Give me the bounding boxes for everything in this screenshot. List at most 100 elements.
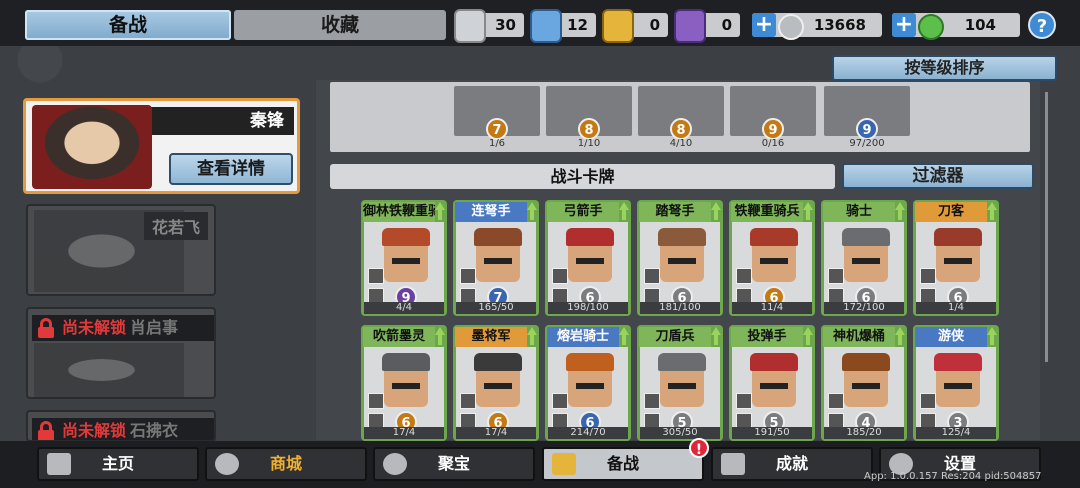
nav-treasure[interactable]: 聚宝 <box>373 447 535 481</box>
unit-art: 6 <box>456 347 536 433</box>
shelf-item[interactable]: 7 1/6 <box>454 86 540 149</box>
card-name: 弓箭手 <box>547 202 619 222</box>
battle-card[interactable]: 刀客 6 1/4 <box>913 200 999 316</box>
view-details-button[interactable]: 查看详情 <box>169 153 293 185</box>
unit-helmet <box>658 228 706 246</box>
card-name: 骑士 <box>823 202 895 222</box>
battle-card[interactable]: 铁鞭重骑兵 6 11/4 <box>729 200 815 316</box>
unit-helmet <box>382 353 430 371</box>
add-coins-button[interactable]: + <box>752 13 776 37</box>
tab-prepare[interactable]: 备战 <box>25 10 231 40</box>
card-count: 17/4 <box>456 427 536 439</box>
battle-card[interactable]: 神机爆桶 4 185/20 <box>821 325 907 441</box>
unit-art: 6 <box>548 222 628 308</box>
card-name: 熔岩骑士 <box>547 327 619 347</box>
unit-art: 5 <box>732 347 812 433</box>
battle-card[interactable]: 熔岩骑士 6 214/70 <box>545 325 631 441</box>
battle-card[interactable]: 连弩手 7 165/50 <box>453 200 539 316</box>
lock-status: 尚未解锁 <box>62 421 127 440</box>
hero-card-locked-2[interactable]: 尚未解锁 石拂衣 <box>26 410 216 442</box>
gold-crest-icon <box>602 9 634 43</box>
sort-by-level-button[interactable]: 按等级排序 <box>832 55 1057 81</box>
tab-collection[interactable]: 收藏 <box>234 10 446 40</box>
hero-name: 肖启事 <box>130 318 179 337</box>
nav-achievements[interactable]: 成就 <box>711 447 873 481</box>
shelf-item[interactable]: 8 1/10 <box>546 86 632 149</box>
weapon-icon <box>368 268 384 284</box>
nav-prepare[interactable]: 备战 <box>542 447 704 481</box>
filter-button[interactable]: 过滤器 <box>842 163 1034 189</box>
lock-status: 尚未解锁 <box>62 318 127 337</box>
weapon-icon <box>460 268 476 284</box>
nav-label: 备战 <box>606 454 639 473</box>
unit-helmet <box>842 353 890 371</box>
card-count: 11/4 <box>732 302 812 314</box>
battle-card[interactable]: 弓箭手 6 198/100 <box>545 200 631 316</box>
unit-art: 6 <box>548 347 628 433</box>
lock-row: 尚未解锁 肖启事 <box>32 315 214 341</box>
upgrade-arrow-icon <box>711 327 721 347</box>
lock-icon <box>38 421 54 440</box>
battle-card[interactable]: 骑士 6 172/100 <box>821 200 907 316</box>
unit-helmet <box>566 228 614 246</box>
upgrade-arrow-icon <box>619 202 629 222</box>
battle-card[interactable]: 御林铁鞭重骑 9 4/4 <box>361 200 447 316</box>
shelf-item[interactable]: 9 97/200 <box>824 86 910 149</box>
card-name: 铁鞭重骑兵 <box>731 202 803 222</box>
nav-shop[interactable]: 商城 <box>205 447 367 481</box>
nav-home[interactable]: 主页 <box>37 447 199 481</box>
achievements-icon <box>721 453 745 475</box>
card-name: 刀盾兵 <box>639 327 711 347</box>
unit-eyes <box>576 258 604 264</box>
resource-value: 0 <box>721 16 732 34</box>
item-shelf: 7 1/6 8 1/10 8 4/10 9 0/16 9 97/200 <box>330 82 1030 152</box>
weapon-icon <box>644 393 660 409</box>
unit-helmet <box>658 353 706 371</box>
item-count: 1/6 <box>488 138 506 149</box>
blue-crest-icon <box>530 9 562 43</box>
battle-card[interactable]: 踏弩手 6 181/100 <box>637 200 723 316</box>
hero-card-second[interactable]: 花若飞 <box>26 204 216 296</box>
currency-value: 104 <box>964 16 996 34</box>
card-count: 305/50 <box>640 427 720 439</box>
level-badge: 9 <box>762 118 784 140</box>
help-button[interactable]: ? <box>1028 11 1056 39</box>
card-count: 125/4 <box>916 427 996 439</box>
unit-eyes <box>484 258 512 264</box>
unit-eyes <box>668 383 696 389</box>
upgrade-arrow-icon <box>803 202 813 222</box>
unit-helmet <box>842 228 890 246</box>
card-count: 191/50 <box>732 427 812 439</box>
currency-coins: + 13668 <box>752 13 882 40</box>
silver-crest-icon <box>454 9 486 43</box>
card-count: 165/50 <box>456 302 536 314</box>
card-count: 198/100 <box>548 302 628 314</box>
battle-card[interactable]: 游侠 3 125/4 <box>913 325 999 441</box>
hero-portrait <box>32 105 152 189</box>
level-badge: 8 <box>578 118 600 140</box>
upgrade-arrow-icon <box>619 327 629 347</box>
shelf-item[interactable]: 9 0/16 <box>730 86 816 149</box>
scrollbar[interactable] <box>1045 92 1048 362</box>
battle-card[interactable]: 吹箭墨灵 6 17/4 <box>361 325 447 441</box>
unit-face <box>750 228 798 282</box>
battle-card[interactable]: 投弹手 5 191/50 <box>729 325 815 441</box>
card-count: 1/4 <box>916 302 996 314</box>
unit-art: 6 <box>732 222 812 308</box>
hero-card-selected[interactable]: 秦锋 查看详情 <box>23 98 300 194</box>
battle-card[interactable]: 墨将军 6 17/4 <box>453 325 539 441</box>
add-gems-button[interactable]: + <box>892 13 916 37</box>
hero-card-locked-1[interactable]: 尚未解锁 肖启事 <box>26 307 216 399</box>
green-gem-icon <box>918 14 944 40</box>
item-count: 97/200 <box>849 138 885 149</box>
shelf-item[interactable]: 8 4/10 <box>638 86 724 149</box>
card-name: 游侠 <box>915 327 987 347</box>
item-count: 1/10 <box>577 138 601 149</box>
nav-label: 主页 <box>101 454 134 473</box>
item-count: 0/16 <box>761 138 785 149</box>
weapon-icon <box>460 393 476 409</box>
resource-silver-crest: 30 <box>454 9 524 43</box>
lock-row: 尚未解锁 石拂衣 <box>32 418 214 440</box>
unit-eyes <box>392 383 420 389</box>
battle-card[interactable]: 刀盾兵 5 305/50 <box>637 325 723 441</box>
